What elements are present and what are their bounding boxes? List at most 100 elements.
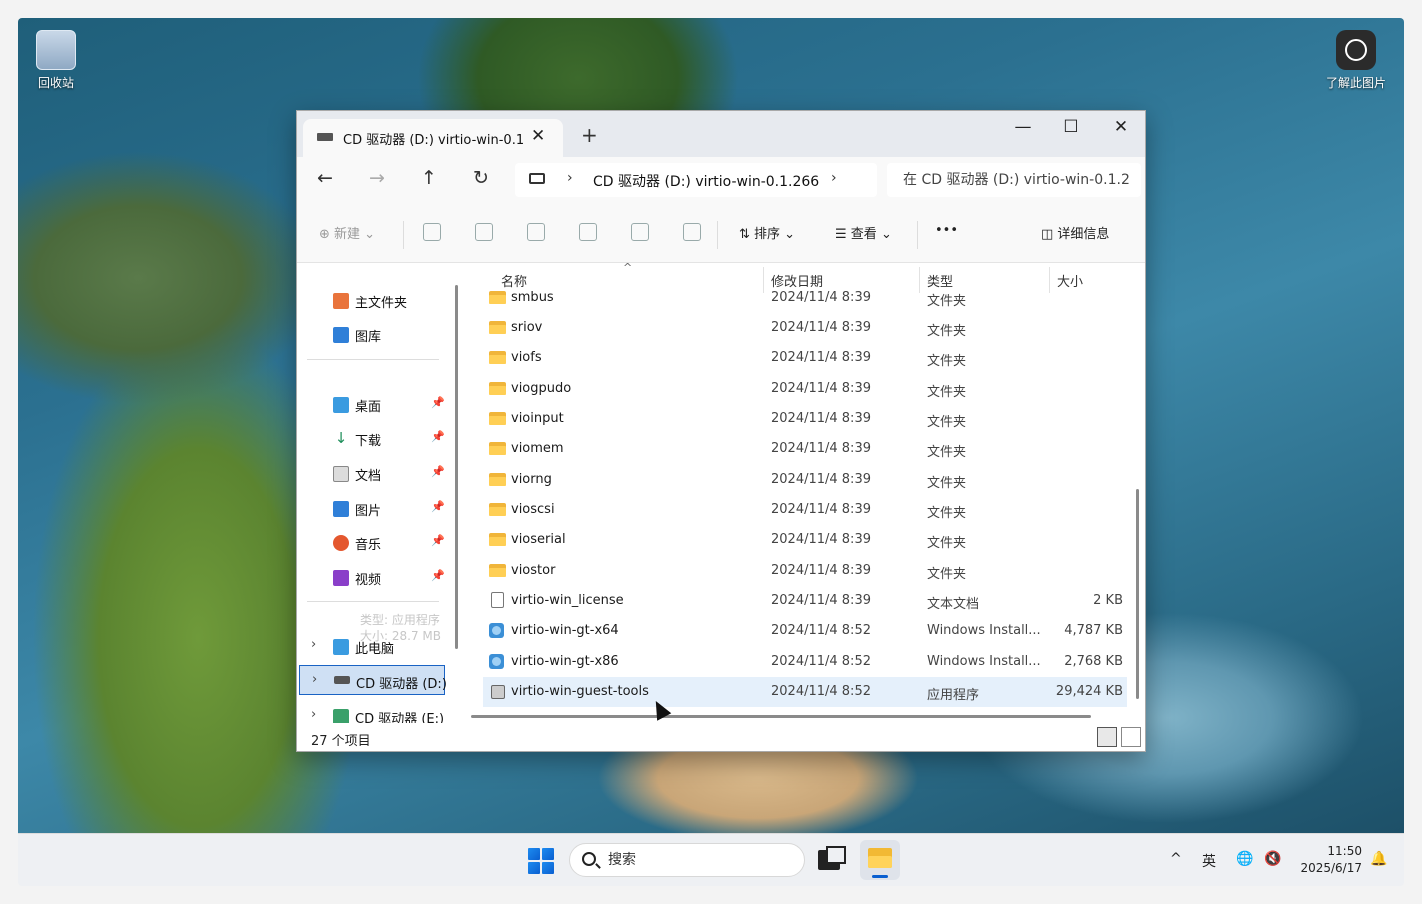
pin-icon[interactable]: 📌: [431, 500, 445, 513]
tab-close-button[interactable]: ✕: [531, 126, 545, 146]
up-button[interactable]: ↑: [415, 167, 443, 189]
sidebar-item-label: 音乐: [355, 538, 382, 553]
folder-icon: [489, 291, 506, 304]
start-button[interactable]: [528, 848, 554, 874]
more-button[interactable]: •••: [935, 223, 958, 238]
volume-muted-icon[interactable]: 🔇: [1264, 851, 1281, 867]
cd-drive-icon: [317, 133, 333, 141]
sidebar-item-gallery[interactable]: 图库: [297, 319, 463, 349]
folder-icon: [489, 473, 506, 486]
clock-date: 2025/6/17: [1300, 861, 1362, 875]
download-icon: ↓: [333, 429, 349, 447]
recycle-bin[interactable]: 回收站: [18, 30, 94, 91]
chevron-right-icon[interactable]: ›: [312, 672, 317, 687]
tooltip-size: 大小: 28.7 MB: [360, 629, 441, 643]
refresh-button[interactable]: ↻: [467, 167, 495, 189]
pin-icon[interactable]: 📌: [431, 396, 445, 409]
sidebar-item-documents[interactable]: 文档 📌: [297, 458, 463, 488]
explorer-tab[interactable]: CD 驱动器 (D:) virtio-win-0.1.2 ✕: [303, 119, 563, 157]
folder-icon: [489, 351, 506, 364]
folder-icon: [489, 442, 506, 455]
chevron-right-icon[interactable]: ›: [311, 707, 316, 722]
file-row[interactable]: virtio-win-gt-x86 2024/11/4 8:52 Windows I…: [483, 647, 1127, 677]
paste-icon[interactable]: [527, 223, 545, 241]
file-row[interactable]: vioserial 2024/11/4 8:39 文件夹: [483, 525, 1127, 555]
close-button[interactable]: ✕: [1101, 117, 1141, 137]
notification-icon[interactable]: 🔔: [1370, 851, 1387, 867]
pin-icon[interactable]: 📌: [431, 569, 445, 582]
file-row[interactable]: viomem 2024/11/4 8:39 文件夹: [483, 434, 1127, 464]
file-row[interactable]: smbus 2024/11/4 8:39 文件夹: [483, 283, 1127, 313]
rename-icon[interactable]: [579, 223, 597, 241]
forward-button[interactable]: →: [363, 167, 391, 189]
file-row[interactable]: sriov 2024/11/4 8:39 文件夹: [483, 313, 1127, 343]
recycle-bin-icon: [36, 30, 76, 70]
back-button[interactable]: ←: [311, 167, 339, 189]
delete-icon[interactable]: [683, 223, 701, 241]
search-icon: [582, 852, 596, 866]
clock[interactable]: 11:50 2025/6/17: [1288, 843, 1362, 877]
file-row[interactable]: vioscsi 2024/11/4 8:39 文件夹: [483, 495, 1127, 525]
folder-icon: [489, 382, 506, 395]
sidebar-item-downloads[interactable]: ↓ 下载 📌: [297, 423, 463, 453]
ime-indicator[interactable]: 英: [1202, 851, 1216, 871]
file-row[interactable]: viogpudo 2024/11/4 8:39 文件夹: [483, 374, 1127, 404]
sort-button[interactable]: ⇅ 排序 ⌄: [739, 223, 795, 242]
file-row[interactable]: virtio-win_license 2024/11/4 8:39 文本文档 2 KB: [483, 586, 1127, 616]
sidebar-item-home[interactable]: 主文件夹: [297, 285, 463, 315]
learn-picture[interactable]: 了解此图片: [1318, 30, 1394, 91]
sidebar-item-videos[interactable]: 视频 📌: [297, 562, 463, 592]
video-icon: [333, 570, 349, 586]
file-row[interactable]: virtio-win-guest-tools 2024/11/4 8:52 应用程序…: [483, 677, 1127, 707]
view-label: 查看: [850, 227, 877, 242]
sidebar-divider: [307, 601, 439, 602]
maximize-button[interactable]: ☐: [1051, 117, 1091, 137]
sidebar-item-label: 图片: [355, 504, 382, 519]
file-row[interactable]: virtio-win-gt-x64 2024/11/4 8:52 Windows I…: [483, 616, 1127, 646]
pin-icon[interactable]: 📌: [431, 534, 445, 547]
minimize-button[interactable]: —: [1003, 117, 1043, 137]
address-bar[interactable]: › CD 驱动器 (D:) virtio-win-0.1.266 ›: [515, 163, 877, 197]
folder-icon: [868, 848, 892, 868]
sidebar-item-pictures[interactable]: 图片 📌: [297, 493, 463, 523]
sidebar-item-drive-d[interactable]: › CD 驱动器 (D:): [299, 665, 447, 695]
new-label: 新建: [334, 227, 361, 242]
chevron-right-icon[interactable]: ›: [567, 170, 573, 186]
cut-icon[interactable]: [423, 223, 441, 241]
pin-icon[interactable]: 📌: [431, 465, 445, 478]
chevron-right-icon[interactable]: ›: [311, 637, 316, 652]
share-icon[interactable]: [631, 223, 649, 241]
new-button[interactable]: ⊕ 新建 ⌄: [319, 223, 375, 242]
details-view-icon[interactable]: [1097, 727, 1117, 747]
file-list-horizontal-scrollbar[interactable]: [471, 715, 1091, 718]
folder-icon: [489, 503, 506, 516]
windows-logo-icon: [528, 848, 540, 860]
file-row[interactable]: viostor 2024/11/4 8:39 文件夹: [483, 556, 1127, 586]
details-button[interactable]: ◫ 详细信息: [1041, 223, 1109, 242]
tiles-view-icon[interactable]: [1121, 727, 1141, 747]
taskbar-search[interactable]: 搜索: [569, 843, 805, 877]
search-input[interactable]: 在 CD 驱动器 (D:) virtio-win-0.1.2: [887, 163, 1141, 197]
sidebar-item-desktop[interactable]: 桌面 📌: [297, 389, 463, 419]
file-row[interactable]: viorng 2024/11/4 8:39 文件夹: [483, 465, 1127, 495]
address-bar-row: ← → ↑ ↻ › CD 驱动器 (D:) virtio-win-0.1.266…: [297, 157, 1145, 205]
sidebar-scrollbar[interactable]: [455, 285, 458, 649]
music-icon: [333, 535, 349, 551]
new-tab-button[interactable]: +: [581, 123, 598, 147]
pin-icon[interactable]: 📌: [431, 430, 445, 443]
file-row[interactable]: vioinput 2024/11/4 8:39 文件夹: [483, 404, 1127, 434]
network-icon[interactable]: 🌐: [1236, 851, 1253, 867]
taskbar-file-explorer[interactable]: [860, 840, 900, 880]
file-list-vertical-scrollbar[interactable]: [1136, 489, 1139, 699]
file-row[interactable]: viofs 2024/11/4 8:39 文件夹: [483, 343, 1127, 373]
tray-overflow-chevron[interactable]: ^: [1170, 851, 1182, 867]
sidebar-item-music[interactable]: 音乐 📌: [297, 527, 463, 557]
taskbar-search-label: 搜索: [608, 852, 636, 868]
folder-icon: [489, 321, 506, 334]
task-view-button[interactable]: [818, 846, 846, 870]
address-path[interactable]: CD 驱动器 (D:) virtio-win-0.1.266: [593, 171, 819, 191]
chevron-right-icon[interactable]: ›: [831, 170, 837, 186]
view-button[interactable]: ☰ 查看 ⌄: [835, 223, 892, 242]
clock-time: 11:50: [1327, 844, 1362, 858]
copy-icon[interactable]: [475, 223, 493, 241]
